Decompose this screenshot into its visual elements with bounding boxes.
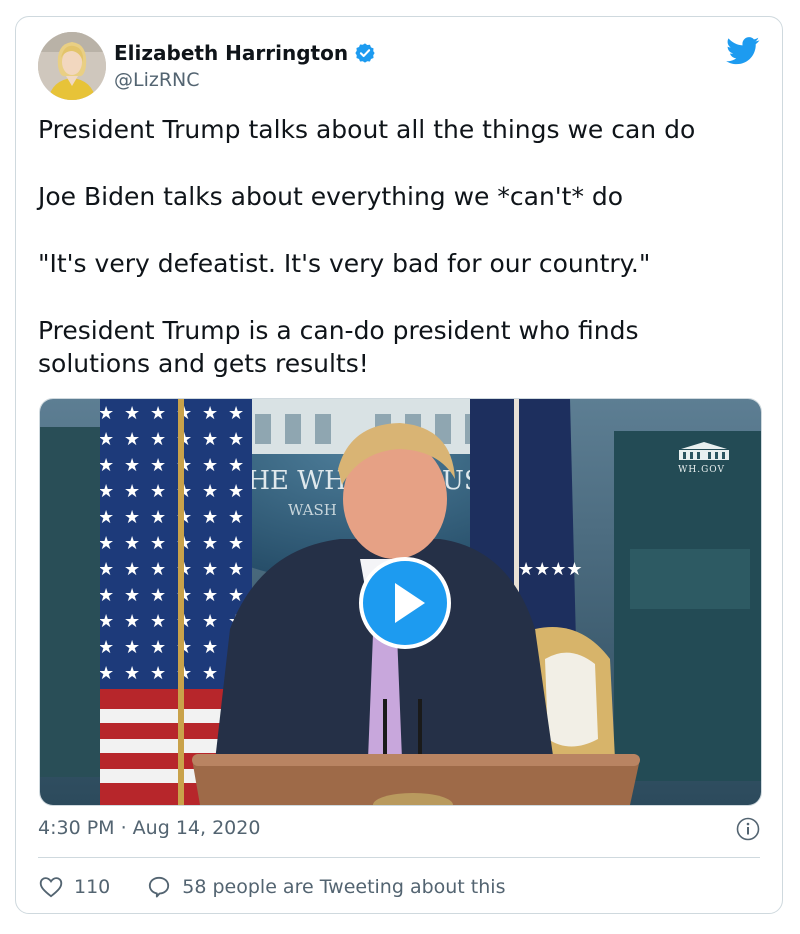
reply-bubble-icon bbox=[149, 876, 170, 898]
tweet-text: President Trump talks about all the thin… bbox=[38, 113, 758, 380]
tweet-actions: 110 58 people are Tweeting about this bbox=[38, 874, 505, 900]
twitter-bird-icon[interactable] bbox=[726, 37, 760, 65]
tweet-paragraph: President Trump talks about all the thin… bbox=[38, 115, 696, 144]
wh-gov-logo-icon bbox=[679, 442, 729, 460]
tweeting-about-link[interactable]: 58 people are Tweeting about this bbox=[146, 874, 505, 900]
tweeting-about-text: 58 people are Tweeting about this bbox=[182, 876, 506, 898]
wh-gov-label: WH.GOV bbox=[678, 465, 725, 475]
author-handle[interactable]: @LizRNC bbox=[114, 69, 200, 91]
backdrop-text: WASH bbox=[288, 501, 337, 519]
tweet-timestamp[interactable]: 4:30 PM · Aug 14, 2020 bbox=[38, 817, 260, 839]
avatar-image bbox=[38, 32, 106, 100]
play-icon[interactable] bbox=[359, 557, 451, 649]
video-player[interactable]: ★ THE WH US WASH bbox=[39, 398, 762, 806]
like-button[interactable]: 110 bbox=[38, 874, 110, 900]
tweet-paragraph: "It's very defeatist. It's very bad for … bbox=[38, 249, 651, 278]
like-count: 110 bbox=[74, 876, 111, 898]
heart-icon bbox=[39, 877, 63, 898]
author-name-row[interactable]: Elizabeth Harrington bbox=[114, 41, 376, 65]
divider bbox=[38, 857, 760, 858]
verified-badge-icon bbox=[355, 43, 375, 63]
svg-text:★★★★: ★★★★ bbox=[518, 559, 583, 580]
tweet-paragraph: Joe Biden talks about everything we *can… bbox=[38, 182, 624, 211]
author-display-name[interactable]: Elizabeth Harrington bbox=[114, 41, 348, 65]
tweet-paragraph: President Trump is a can-do president wh… bbox=[38, 316, 639, 378]
info-icon[interactable] bbox=[736, 817, 760, 841]
avatar[interactable] bbox=[38, 32, 106, 100]
tweet-card[interactable]: Elizabeth Harrington @LizRNC President T… bbox=[15, 16, 783, 914]
